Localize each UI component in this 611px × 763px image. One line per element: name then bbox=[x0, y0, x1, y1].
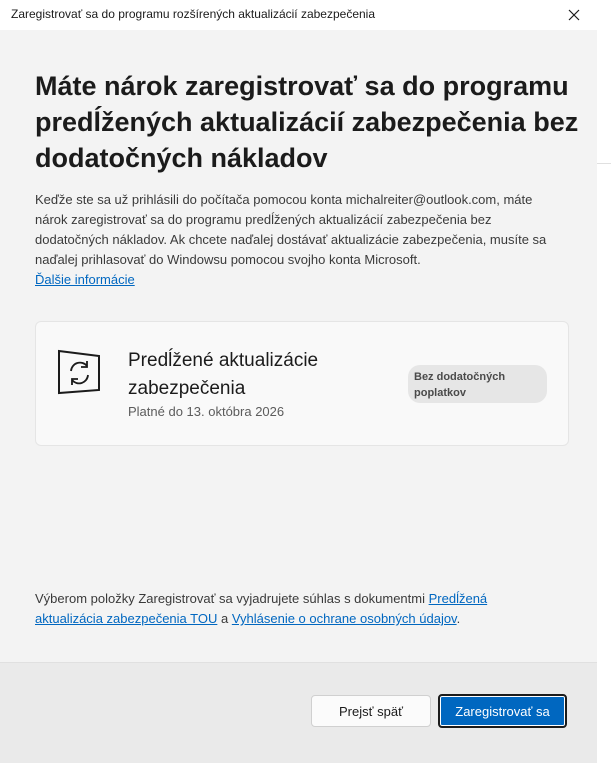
background-divider bbox=[597, 163, 611, 164]
enroll-button[interactable]: Zaregistrovať sa bbox=[438, 694, 567, 728]
consent-suffix: . bbox=[456, 611, 461, 626]
background-window bbox=[597, 0, 611, 763]
close-icon bbox=[568, 9, 580, 21]
esu-card: Predĺžené aktualizácie zabezpečenia Plat… bbox=[35, 321, 569, 446]
consent-prefix: Výberom položky Zaregistrovať sa vyjadru… bbox=[35, 591, 429, 606]
window-title: Zaregistrovať sa do programu rozšírených… bbox=[11, 7, 376, 21]
status-badge: Bez dodatočných poplatkov bbox=[408, 365, 547, 403]
card-title: Predĺžené aktualizácie zabezpečenia bbox=[128, 350, 319, 399]
learn-more-link[interactable]: Ďalšie informácie bbox=[35, 270, 135, 290]
card-validity: Platné do 13. októbra 2026 bbox=[128, 404, 285, 419]
title-bar: Zaregistrovať sa do programu rozšírených… bbox=[0, 0, 597, 30]
dialog-content: Máte nárok zaregistrovať sa do programu … bbox=[0, 30, 597, 662]
eligibility-description: Keďže ste sa už prihlásili do počítača p… bbox=[35, 192, 547, 267]
consent-text: Výberom položky Zaregistrovať sa vyjadru… bbox=[35, 589, 555, 629]
enroll-dialog: Zaregistrovať sa do programu rozšírených… bbox=[0, 0, 597, 763]
update-sync-icon bbox=[58, 349, 100, 395]
close-button[interactable] bbox=[551, 0, 597, 30]
dialog-footer: Prejsť späť Zaregistrovať sa bbox=[0, 662, 597, 763]
back-button[interactable]: Prejsť späť bbox=[311, 695, 431, 727]
privacy-link[interactable]: Vyhlásenie o ochrane osobných údajov bbox=[232, 611, 457, 626]
consent-middle: a bbox=[217, 611, 232, 626]
page-title: Máte nárok zaregistrovať sa do programu … bbox=[35, 71, 579, 173]
